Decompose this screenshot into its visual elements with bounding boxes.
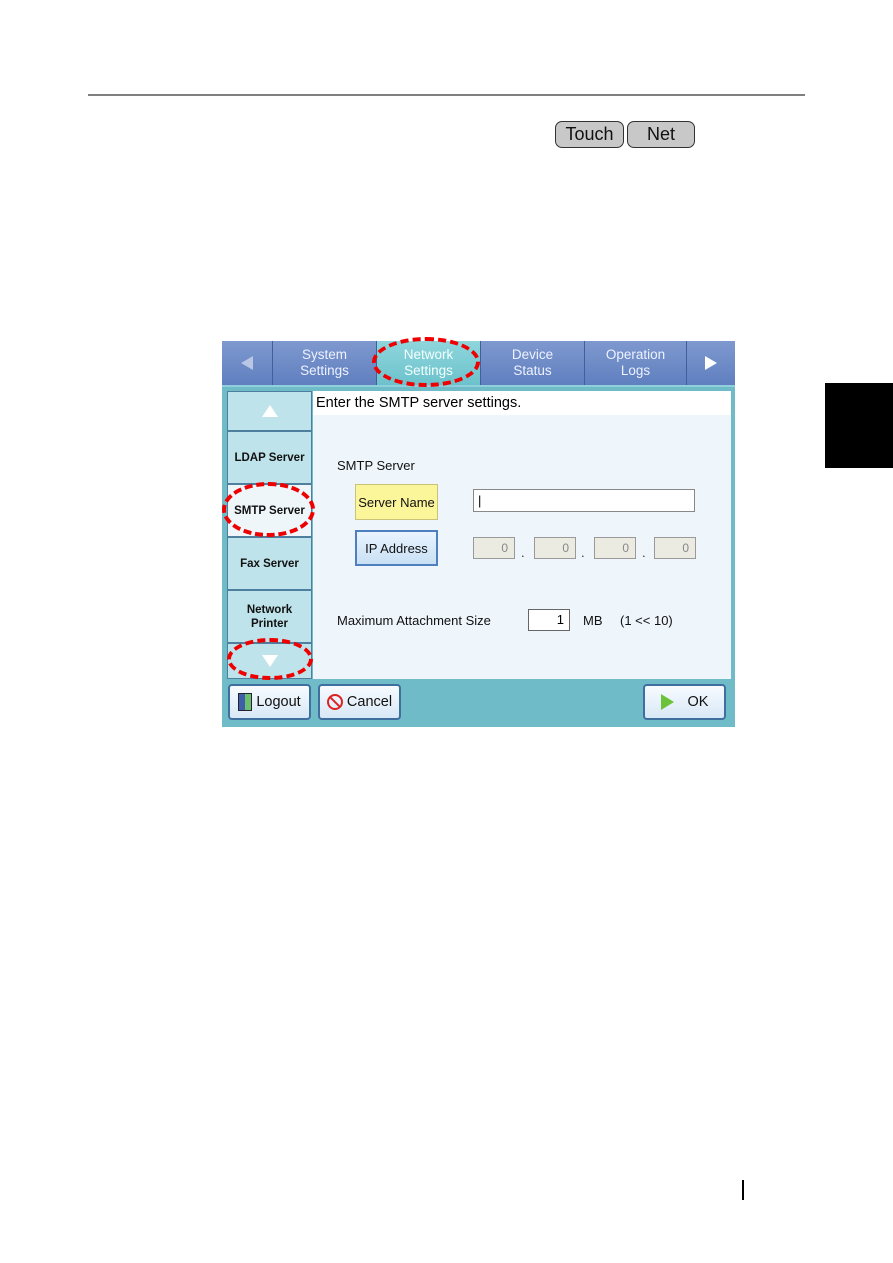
tab-bar: System Settings Network Settings Device Sta…	[222, 341, 735, 387]
tab-prev-button[interactable]	[222, 341, 272, 385]
arrow-left-icon	[241, 356, 253, 370]
triangle-up-icon	[261, 405, 278, 417]
max-attachment-unit: MB	[583, 613, 603, 628]
settings-panel: Enter the SMTP server settings. SMTP Ser…	[313, 391, 731, 679]
server-name-input[interactable]: |	[473, 489, 695, 512]
tab-next-button[interactable]	[686, 341, 735, 385]
play-icon	[660, 694, 674, 710]
instruction-text: Enter the SMTP server settings.	[313, 391, 731, 415]
tab-device-status[interactable]: Device Status	[480, 341, 584, 385]
max-attachment-range: (1 << 10)	[620, 613, 673, 628]
sidebar-item-fax-server[interactable]: Fax Server	[227, 537, 312, 590]
prohibited-icon	[326, 694, 343, 710]
tab-operation-logs[interactable]: Operation Logs	[584, 341, 686, 385]
sidebar-item-smtp-server[interactable]: SMTP Server	[227, 484, 312, 537]
logout-icon	[238, 693, 253, 711]
tab-system-settings[interactable]: System Settings	[272, 341, 376, 385]
device-screen: System Settings Network Settings Device Sta…	[222, 341, 735, 727]
tab-network-settings[interactable]: Network Settings	[376, 341, 480, 385]
sidebar-scroll-up[interactable]	[227, 391, 312, 431]
cancel-button[interactable]: Cancel	[318, 684, 401, 720]
sidebar: LDAP Server SMTP Server Fax Server Netwo…	[227, 391, 312, 679]
header-rule	[88, 94, 805, 96]
ip-separator: .	[642, 545, 646, 560]
ip-octet-2[interactable]: 0	[534, 537, 576, 559]
chapter-side-tab	[825, 383, 893, 468]
arrow-right-icon	[705, 356, 717, 370]
section-title: SMTP Server	[337, 458, 415, 473]
sidebar-scroll-down[interactable]	[227, 643, 312, 679]
triangle-down-icon	[261, 655, 278, 667]
ip-octet-1[interactable]: 0	[473, 537, 515, 559]
ip-separator: .	[581, 545, 585, 560]
page-margin-mark	[742, 1180, 744, 1200]
ip-octet-3[interactable]: 0	[594, 537, 636, 559]
sidebar-item-ldap-server[interactable]: LDAP Server	[227, 431, 312, 484]
ip-separator: .	[521, 545, 525, 560]
logout-button[interactable]: Logout	[228, 684, 311, 720]
max-attachment-label: Maximum Attachment Size	[337, 613, 491, 628]
max-attachment-input[interactable]: 1	[528, 609, 570, 631]
bottom-bar: Logout Cancel OK	[222, 681, 735, 727]
ip-address-button[interactable]: IP Address	[355, 530, 438, 566]
net-tag: Net	[627, 121, 695, 148]
sidebar-item-network-printer[interactable]: Network Printer	[227, 590, 312, 643]
server-name-button[interactable]: Server Name	[355, 484, 438, 520]
ip-octet-4[interactable]: 0	[654, 537, 696, 559]
ok-button[interactable]: OK	[643, 684, 726, 720]
touch-tag: Touch	[555, 121, 624, 148]
